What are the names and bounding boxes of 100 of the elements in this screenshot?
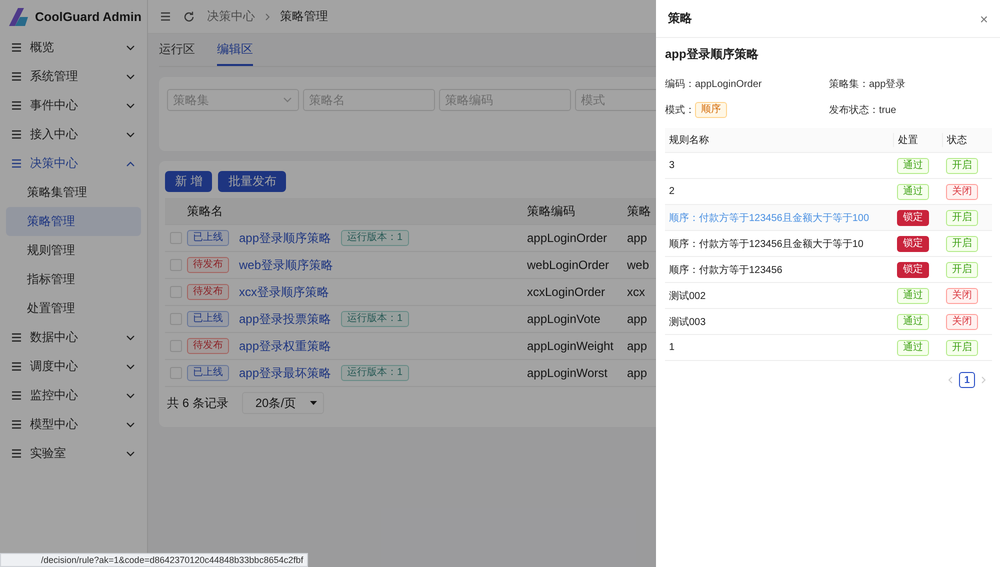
chevron-down-icon [126,102,135,108]
sidebar-item[interactable]: 接入中心 [0,120,147,149]
sidebar-subitem[interactable]: 指标管理 [6,265,141,294]
table-cell-text: 顺序：付款方等于123456且金额大于等于100 [668,212,870,224]
tab[interactable]: 编辑区 [217,34,253,66]
chevron-down-icon [126,132,135,138]
status-tag: 已上线 [187,311,229,327]
action-tag: 锁定 [897,210,929,226]
sidebar-item[interactable]: 模型中心 [0,410,147,439]
chevron-down-icon [126,392,135,398]
app-title: CoolGuard Admin [35,10,142,24]
sidebar-item[interactable]: 数据中心 [0,323,147,352]
sidebar-item[interactable]: 调度中心 [0,352,147,381]
table-cell: app [627,231,648,245]
table-cell-text: 测试003 [668,316,707,328]
column-header: 规则名称 [668,134,710,147]
table-cell-text: appLoginWorst [527,366,608,380]
chevron-down-icon [126,74,135,80]
close-button[interactable]: × [980,10,988,26]
sidebar-item[interactable]: 实验室 [0,439,147,468]
chevron-right-icon [981,376,986,384]
table-cell-text: 顺序：付款方等于123456且金额大于等于10 [668,238,864,250]
state-tag: 开启 [946,210,978,226]
chevron-down-icon [126,422,135,428]
column-header: 处置 [893,133,942,147]
table-cell-text: appLoginOrder [527,231,608,245]
table-cell-text: 2 [668,186,676,197]
mode-tag: 顺序 [695,102,727,118]
sidebar-item[interactable]: 事件中心 [0,91,147,120]
strategy-link[interactable]: xcx登录顺序策略 [239,284,329,300]
action-tag: 通过 [897,340,929,356]
strategy-link[interactable]: app登录顺序策略 [239,230,332,246]
version-tag: 运行版本：1 [341,230,409,246]
table-cell-text: xcxLoginOrder [527,285,606,299]
field-text: 发布状态：true [829,104,896,117]
table-cell: app [627,312,648,326]
field-text: 编码：appLoginOrder [665,78,762,91]
sidebar-item[interactable]: 监控中心 [0,381,147,410]
chevron-left-icon [948,376,953,384]
sidebar-subitem[interactable]: 策略集管理 [6,178,141,207]
sidebar-item[interactable]: 决策中心 [0,149,147,178]
tab[interactable]: 运行区 [159,34,195,66]
chevron-down-icon [126,334,135,340]
sidebar-item[interactable]: 概览 [0,33,147,62]
refresh-icon [183,10,195,22]
table-cell-text: 1 [668,342,676,353]
sidebar-subitem[interactable]: 策略管理 [6,207,141,236]
action-tag: 通过 [897,288,929,304]
page-size-select[interactable]: 20条/页 [242,392,324,414]
sidebar-subitem[interactable]: 处置管理 [6,294,141,323]
menu-icon [11,332,22,343]
status-url: /decision/rule?ak=1&code=d8642370120c44848b33bbc8654c2fbf [0,553,308,567]
state-tag: 开启 [946,236,978,252]
menu-icon [11,361,22,372]
table-cell-text: 测试002 [668,290,707,302]
action-button[interactable]: 新 增 [165,171,212,192]
table-cell-text: webLoginOrder [527,258,610,272]
strategy-link[interactable]: app登录投票策略 [239,310,332,328]
record-count: 共 6 条记录 [167,394,228,412]
table-cell: app [627,339,648,353]
page-overlay[interactable] [0,0,656,567]
action-tag: 锁定 [897,236,929,252]
menu-icon [160,11,171,22]
sidebar-item[interactable]: 系统管理 [0,62,147,91]
menu-icon [11,158,22,169]
menu-icon [11,448,22,459]
menu-icon [11,419,22,430]
state-tag: 开启 [946,262,978,278]
chevron-down-icon [126,44,135,50]
logo-icon [6,6,30,28]
strategy-link[interactable]: app登录权重策略 [239,338,332,354]
table-cell: xcx [627,285,645,299]
menu-icon [11,390,22,401]
state-tag: 关闭 [946,314,978,330]
status-tag: 已上线 [187,230,229,246]
strategy-link[interactable]: app登录最坏策略 [239,364,332,382]
state-tag: 开启 [946,340,978,356]
breadcrumb-item: 策略管理 [280,8,328,25]
field-text: 策略集：app登录 [829,78,906,91]
action-tag: 通过 [897,184,929,200]
caret-down-icon [310,401,318,405]
version-tag: 运行版本：1 [341,311,409,327]
status-tag: 待发布 [187,338,229,354]
action-button[interactable]: 批量发布 [218,171,286,192]
menu-icon [11,71,22,82]
state-tag: 关闭 [946,184,978,200]
breadcrumb-item[interactable]: 决策中心 [207,8,255,25]
table-cell-text: appLoginWeight [527,339,615,353]
status-tag: 待发布 [187,284,229,300]
chevron-up-icon [126,160,135,166]
column-header: 策略 [627,202,651,220]
chevron-down-icon [283,97,292,103]
page-button[interactable]: 1 [959,372,975,388]
strategy-link[interactable]: web登录顺序策略 [239,256,334,274]
action-tag: 通过 [897,158,929,174]
sidebar-subitem[interactable]: 规则管理 [6,236,141,265]
column-header: 策略编码 [527,202,576,220]
chevron-right-icon [265,12,270,20]
table-cell: app [627,366,648,380]
column-header: 策略名 [187,202,224,220]
